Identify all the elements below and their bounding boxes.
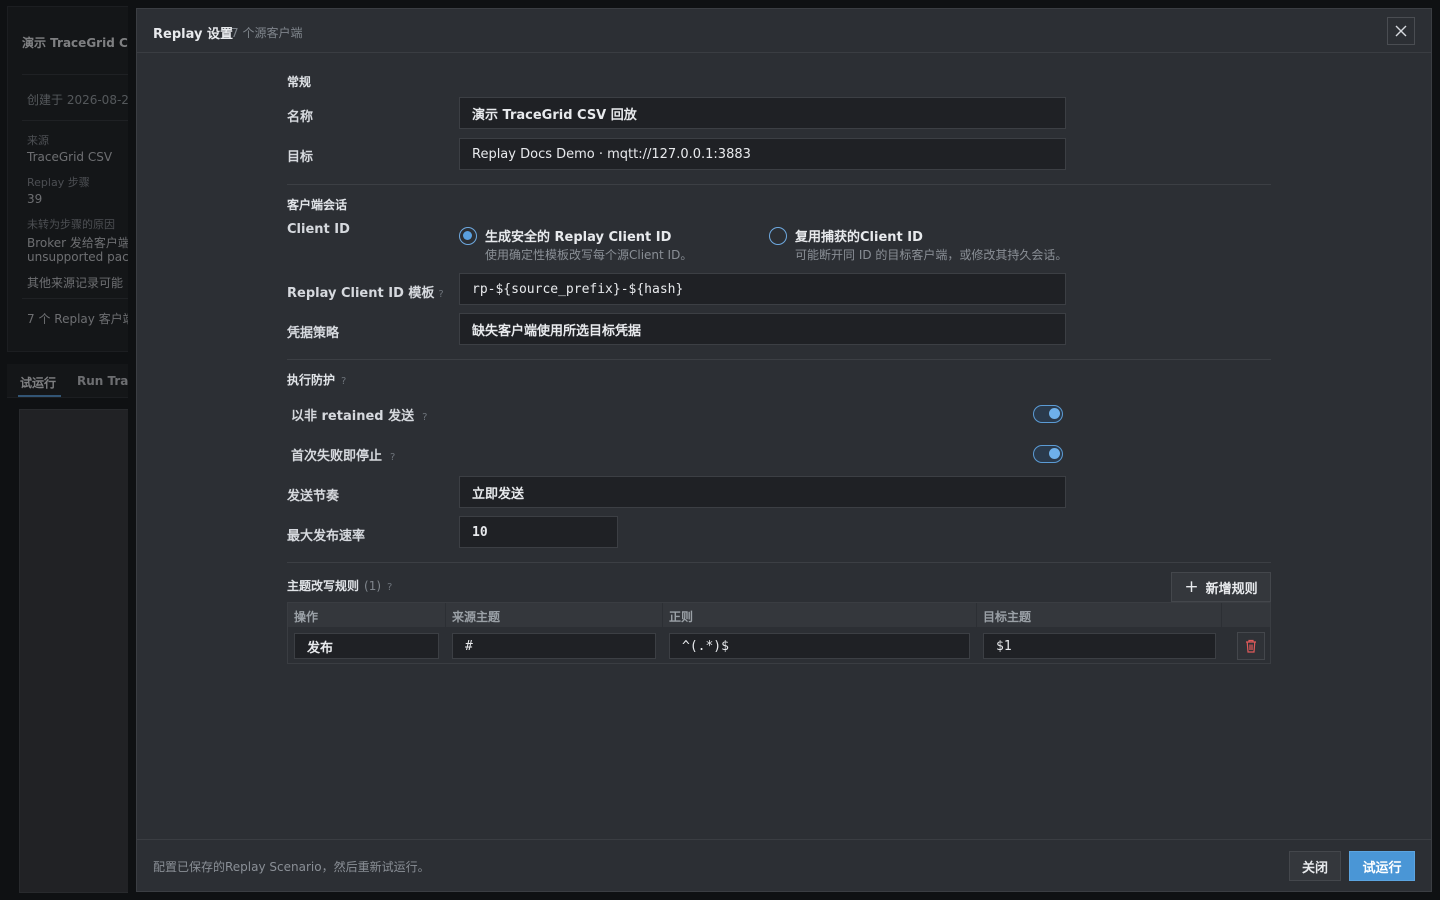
target-label: 目标	[287, 150, 314, 165]
modal-title: Replay 设置	[153, 27, 233, 42]
dry-run-button[interactable]: 试运行	[1349, 851, 1415, 881]
client-id-label: Client ID	[287, 222, 350, 237]
max-rate-label: 最大发布速率	[287, 529, 366, 544]
section-execution-guard: 执行防护?	[287, 373, 347, 387]
column-header: 操作	[294, 610, 319, 624]
column-header: 来源主题	[452, 610, 501, 624]
column-header: 目标主题	[983, 610, 1032, 624]
radio-generate-safe-id-label[interactable]: 生成安全的 Replay Client ID	[485, 226, 671, 245]
client-id-template-label: Replay Client ID 模板?	[287, 286, 444, 301]
max-rate-input[interactable]: 10	[459, 516, 618, 548]
plus-icon: +	[1184, 576, 1199, 597]
divider	[287, 184, 1271, 185]
modal-header: Replay 设置 7 个源客户端	[137, 9, 1431, 53]
name-label: 名称	[287, 110, 314, 125]
source-topic-input[interactable]: #	[452, 633, 656, 659]
operation-select[interactable]: 发布	[294, 633, 439, 659]
radio-reuse-captured-id-label[interactable]: 复用捕获的Client ID	[795, 226, 923, 245]
modal-footer: 配置已保存的Replay Scenario，然后重新试运行。 关闭 试运行	[137, 839, 1431, 891]
radio-generate-safe-id-desc: 使用确定性模板改写每个源Client ID。	[485, 248, 693, 262]
close-button[interactable]	[1387, 17, 1415, 45]
help-icon[interactable]: ?	[422, 412, 427, 423]
name-input[interactable]: 演示 TraceGrid CSV 回放	[459, 97, 1066, 129]
radio-reuse-captured-id[interactable]	[769, 227, 787, 245]
stop-on-fail-label: 首次失败即停止?	[291, 449, 396, 464]
send-pace-select[interactable]: 立即发送	[459, 476, 1066, 508]
add-rule-label: 新增规则	[1205, 581, 1258, 597]
regex-input[interactable]: ^(.*)$	[669, 633, 970, 659]
add-rule-button[interactable]: + 新增规则	[1171, 572, 1271, 602]
divider	[287, 359, 1271, 360]
send-pace-label: 发送节奏	[287, 489, 340, 504]
help-icon[interactable]: ?	[387, 582, 392, 593]
section-topic-rewrite: 主题改写规则 (1)?	[287, 579, 393, 593]
divider	[1221, 603, 1222, 627]
help-icon[interactable]: ?	[390, 452, 395, 463]
radio-reuse-captured-id-desc: 可能断开同 ID 的目标客户端，或修改其持久会话。	[795, 248, 1068, 262]
column-header: 正则	[669, 610, 694, 624]
target-select[interactable]: Replay Docs Demo · mqtt://127.0.0.1:3883	[459, 138, 1066, 170]
client-id-template-input[interactable]: rp-${source_prefix}-${hash}	[459, 273, 1066, 305]
divider	[445, 603, 446, 627]
replay-settings-modal: Replay 设置 7 个源客户端 常规 名称 演示 TraceGrid CSV…	[136, 8, 1432, 892]
target-topic-input[interactable]: $1	[983, 633, 1216, 659]
rule-count: (1)	[364, 579, 382, 593]
radio-generate-safe-id[interactable]	[459, 227, 477, 245]
table-header: 操作 来源主题 正则 目标主题	[288, 603, 1270, 627]
close-icon	[1395, 25, 1407, 37]
trash-icon	[1246, 639, 1256, 653]
modal-subtitle: 7 个源客户端	[231, 26, 303, 40]
section-general: 常规	[287, 75, 312, 89]
non-retained-toggle[interactable]	[1033, 405, 1063, 423]
help-icon[interactable]: ?	[438, 289, 443, 300]
rewrite-rules-table: 操作 来源主题 正则 目标主题 发布 # ^(.*)$ $1	[287, 602, 1271, 664]
close-modal-button[interactable]: 关闭	[1289, 851, 1341, 881]
divider	[976, 603, 977, 627]
credential-policy-select[interactable]: 缺失客户端使用所选目标凭据	[459, 313, 1066, 345]
help-icon[interactable]: ?	[341, 376, 346, 387]
stop-on-fail-toggle[interactable]	[1033, 445, 1063, 463]
footer-hint: 配置已保存的Replay Scenario，然后重新试运行。	[153, 860, 430, 874]
section-client-session: 客户端会话	[287, 198, 348, 212]
divider	[662, 603, 663, 627]
divider	[287, 562, 1271, 563]
non-retained-label: 以非 retained 发送?	[291, 409, 428, 424]
credential-policy-label: 凭据策略	[287, 326, 340, 341]
delete-rule-button[interactable]	[1237, 632, 1265, 660]
